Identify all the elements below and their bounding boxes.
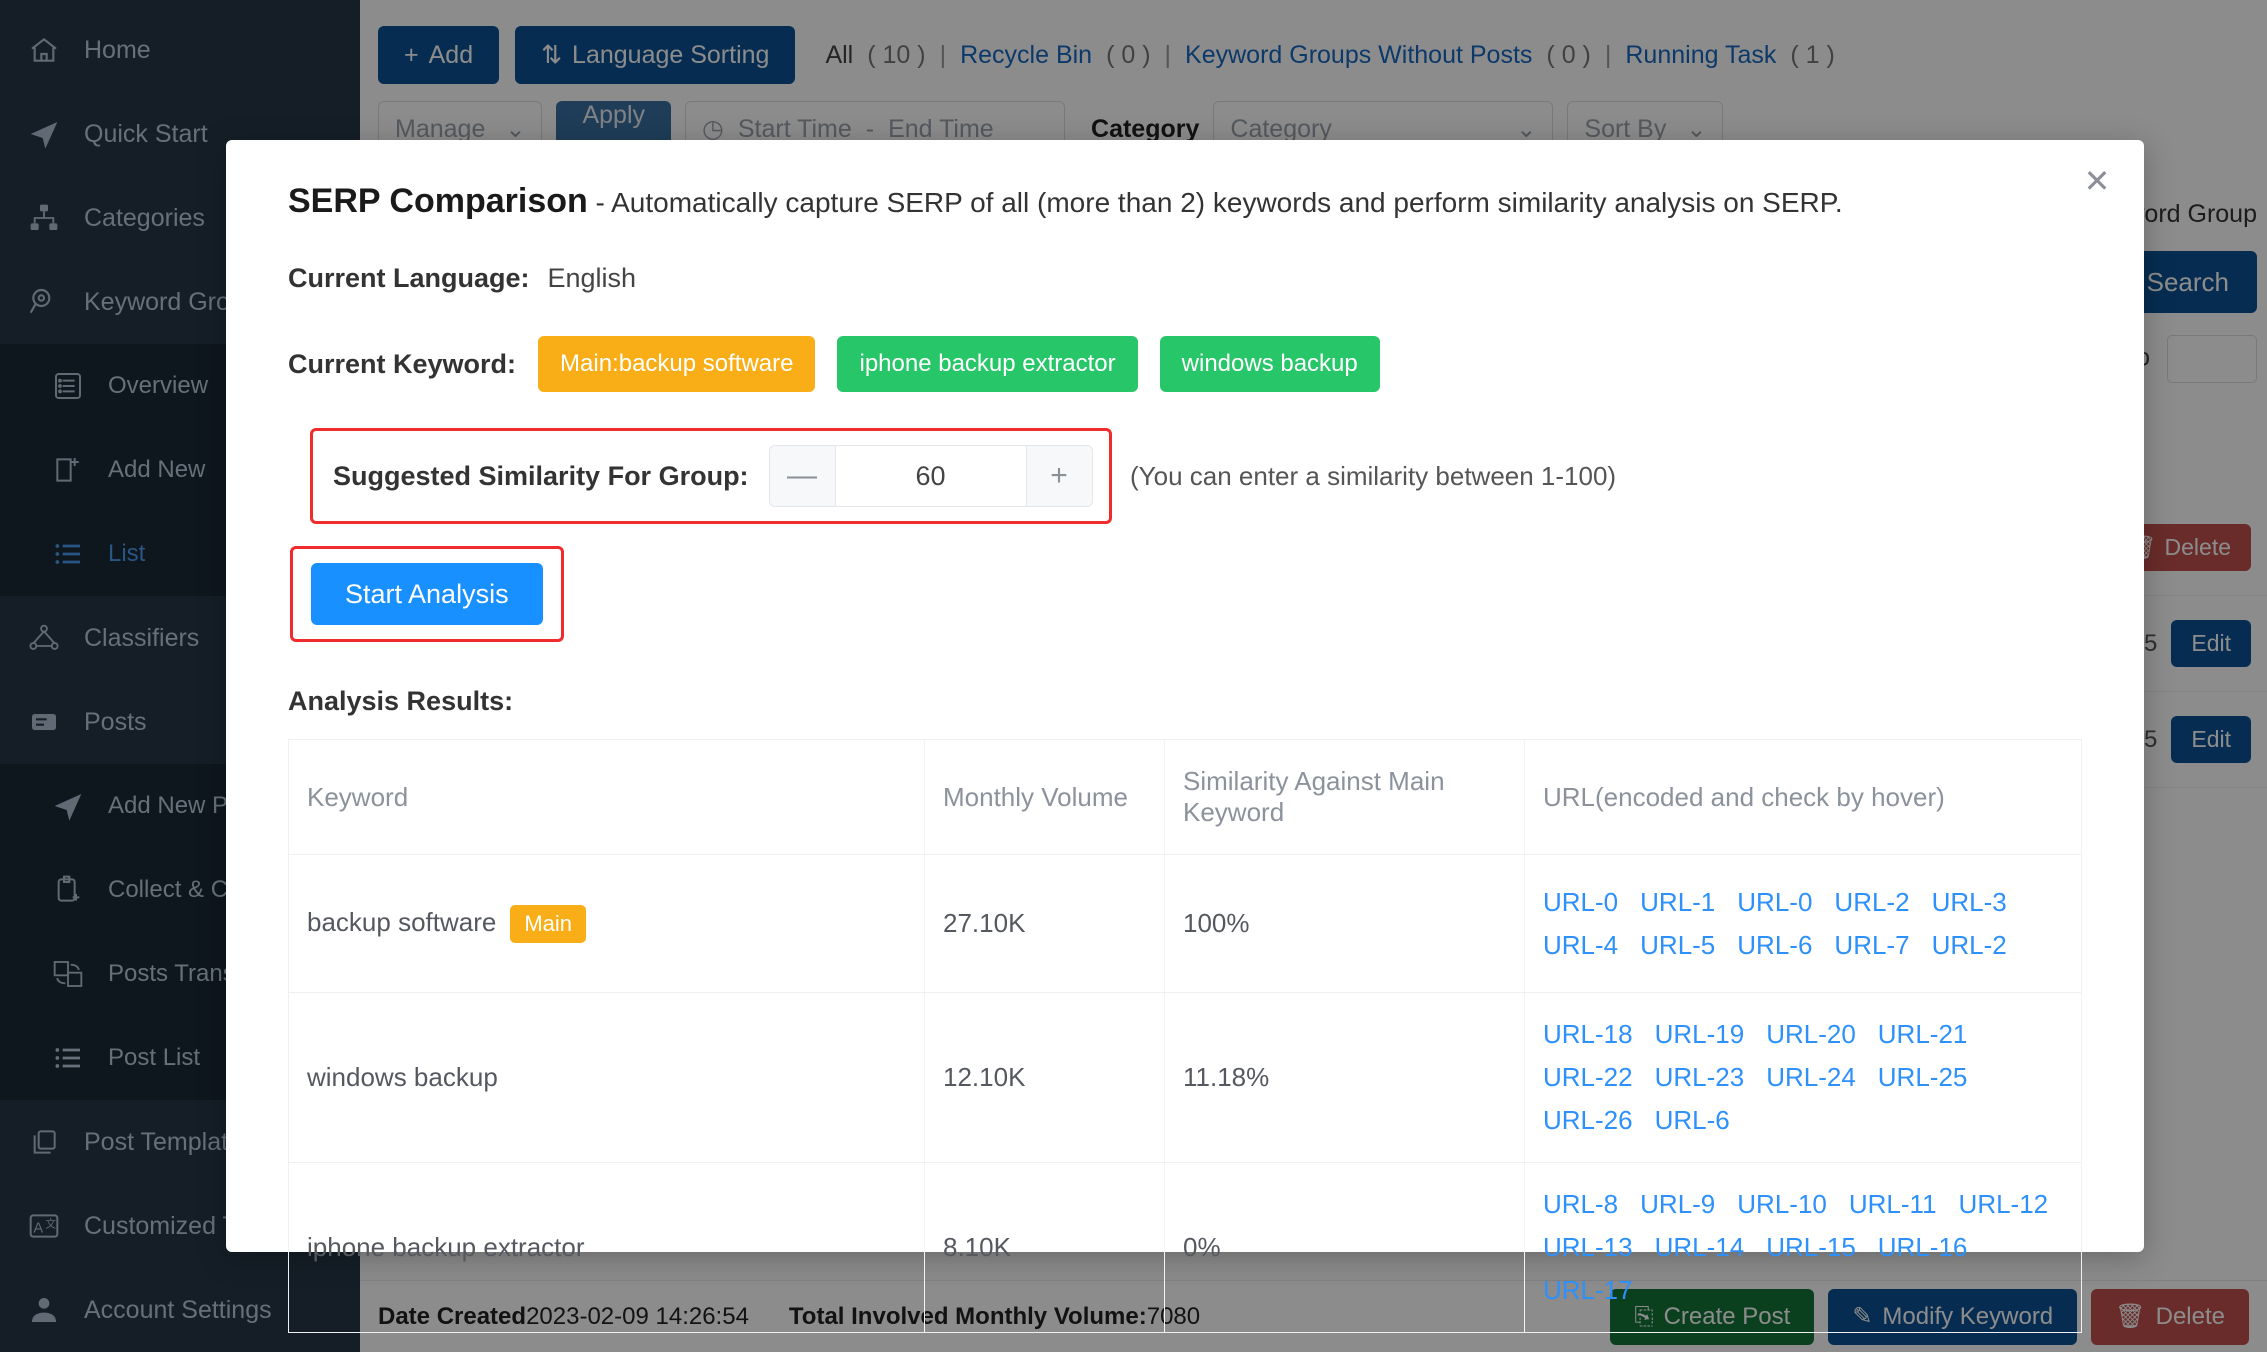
cell-monthly-volume: 12.10K — [924, 992, 1165, 1163]
cell-urls: URL-8 URL-9 URL-10 URL-11 URL-12 URL-13 URL-14… — [1525, 1163, 2082, 1333]
keyword-tag[interactable]: Main:backup software — [538, 336, 816, 392]
url-link[interactable]: URL-24 — [1766, 1062, 1856, 1093]
cell-urls: URL-18 URL-19 URL-20 URL-21 URL-22 URL-23 URL-… — [1524, 992, 2082, 1163]
url-link[interactable]: URL-14 — [1655, 1232, 1745, 1263]
plus-icon[interactable]: + — [1025, 446, 1092, 506]
table-header-cell: Keyword — [288, 739, 925, 855]
url-link[interactable]: URL-12 — [1959, 1189, 2049, 1220]
similarity-stepper[interactable]: — + — [768, 445, 1093, 507]
table-header-cell: Similarity Against Main Keyword — [1164, 739, 1525, 855]
minus-icon[interactable]: — — [769, 446, 836, 506]
url-link[interactable]: URL-5 — [1640, 930, 1715, 961]
cell-urls: URL-0 URL-1 URL-0 URL-2 URL-3 URL-4 URL-5 URL-6… — [1524, 854, 2082, 993]
dialog-title-main: SERP Comparison — [288, 182, 588, 220]
table-header-cell: Monthly Volume — [924, 739, 1165, 855]
url-link[interactable]: URL-4 — [1543, 930, 1618, 961]
url-link[interactable]: URL-19 — [1655, 1019, 1745, 1050]
url-link[interactable]: URL-22 — [1543, 1062, 1633, 1093]
table-row: backup software Main 27.10K 100% URL-0 URL-1 U… — [288, 854, 2082, 993]
cell-monthly-volume: 8.10K — [924, 1162, 1165, 1333]
url-link[interactable]: URL-11 — [1849, 1189, 1937, 1220]
keyword-tag[interactable]: windows backup — [1159, 336, 1380, 392]
dialog-subtitle: - Automatically capture SERP of all (mor… — [587, 187, 1843, 218]
cell-similarity: 0% — [1164, 1162, 1525, 1333]
serp-comparison-dialog: ✕ SERP Comparison - Automatically captur… — [226, 140, 2144, 1333]
url-link[interactable]: URL-3 — [1932, 887, 2007, 918]
current-keyword-row: Current Keyword: Main:backup software iph… — [258, 336, 2112, 392]
current-keyword-label: Current Keyword: — [288, 348, 517, 379]
current-language-row: Current Language: English — [258, 263, 2112, 294]
url-link[interactable]: URL-0 — [1737, 887, 1812, 918]
url-link[interactable]: URL-23 — [1655, 1062, 1745, 1093]
table-header-row: Keyword Monthly Volume Similarity Against … — [288, 739, 2082, 855]
current-language-label: Current Language: — [288, 263, 530, 293]
analysis-results-label: Analysis Results: — [288, 686, 514, 716]
analysis-results-table: Keyword Monthly Volume Similarity Against … — [288, 739, 2082, 1333]
url-link[interactable]: URL-8 — [1543, 1189, 1618, 1220]
keyword-tag-list: Main:backup software iphone backup extrac… — [538, 336, 1380, 392]
table-row: windows backup 12.10K 11.18% URL-18 URL-19 UR… — [288, 992, 2082, 1163]
similarity-input[interactable] — [835, 446, 1026, 506]
table-header-cell: URL(encoded and check by hover) — [1524, 739, 2082, 855]
url-link[interactable]: URL-0 — [1543, 887, 1618, 918]
url-link[interactable]: URL-6 — [1655, 1105, 1730, 1136]
close-icon[interactable]: ✕ — [2076, 160, 2118, 202]
table-body: backup software Main 27.10K 100% URL-0 URL-1 U… — [288, 854, 2082, 1333]
url-link[interactable]: URL-9 — [1640, 1189, 1715, 1220]
keyword-tag[interactable]: iphone backup extractor — [837, 336, 1138, 392]
cell-keyword: iphone backup extractor — [288, 1162, 925, 1333]
start-analysis-highlight-box: Start Analysis — [290, 546, 564, 642]
url-link[interactable]: URL-18 — [1543, 1019, 1633, 1050]
url-link[interactable]: URL-21 — [1878, 1019, 1968, 1050]
cell-similarity: 100% — [1164, 854, 1525, 993]
url-link[interactable]: URL-6 — [1737, 930, 1812, 961]
url-link[interactable]: URL-20 — [1766, 1019, 1856, 1050]
url-link[interactable]: URL-1 — [1640, 887, 1715, 918]
url-link[interactable]: URL-7 — [1834, 930, 1909, 961]
main-badge: Main — [510, 904, 587, 943]
url-link[interactable]: URL-10 — [1737, 1189, 1827, 1220]
similarity-hint: (You can enter a similarity between 1-10… — [1130, 460, 1617, 491]
url-link[interactable]: URL-13 — [1543, 1232, 1633, 1263]
similarity-label: Suggested Similarity For Group: — [333, 460, 749, 491]
cell-keyword: windows backup — [288, 992, 925, 1163]
current-language-value: English — [547, 263, 637, 293]
start-analysis-button[interactable]: Start Analysis — [311, 563, 543, 625]
url-link[interactable]: URL-2 — [1932, 930, 2007, 961]
url-link[interactable]: URL-25 — [1878, 1062, 1968, 1093]
similarity-highlight-box: Suggested Similarity For Group: — + — [310, 428, 1112, 524]
cell-similarity: 11.18% — [1164, 992, 1525, 1163]
url-link[interactable]: URL-17 — [1543, 1275, 1633, 1306]
cell-monthly-volume: 27.10K — [924, 854, 1165, 993]
url-link[interactable]: URL-16 — [1878, 1232, 1968, 1263]
url-link[interactable]: URL-2 — [1834, 887, 1909, 918]
cell-keyword: backup software Main — [288, 854, 925, 993]
url-link[interactable]: URL-15 — [1766, 1232, 1856, 1263]
table-row: iphone backup extractor 8.10K 0% URL-8 URL-9… — [288, 1162, 2082, 1333]
dialog-title: SERP Comparison - Automatically capture … — [258, 140, 2112, 221]
url-link[interactable]: URL-26 — [1543, 1105, 1633, 1136]
